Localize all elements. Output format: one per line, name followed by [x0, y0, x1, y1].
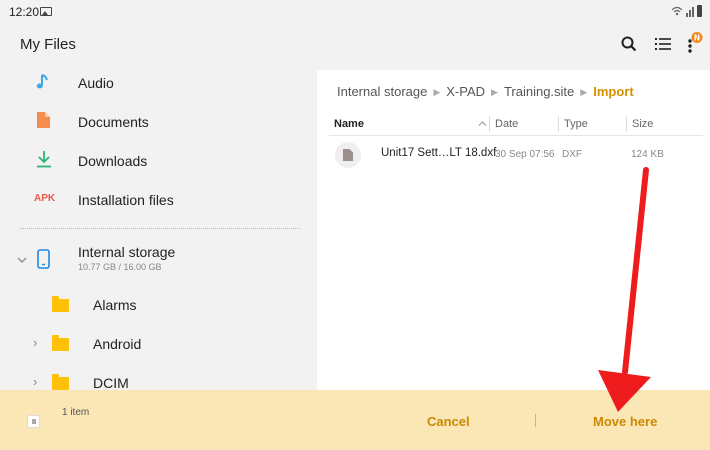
breadcrumb-separator-icon: ▶: [491, 87, 498, 97]
sidebar-item-installation-files[interactable]: APK Installation files: [0, 180, 317, 218]
search-icon[interactable]: [617, 32, 641, 56]
sidebar: Audio Documents Downloads APK Installati…: [0, 70, 317, 390]
sidebar-divider: [20, 228, 300, 229]
audio-note-icon: [36, 74, 48, 89]
breadcrumb-separator-icon: ▶: [433, 87, 441, 97]
file-icon: [335, 142, 361, 168]
signal-wifi-battery-icon: [671, 5, 702, 17]
column-separator: [558, 116, 559, 132]
status-time: 12:20: [9, 5, 40, 19]
notification-badge: N: [694, 33, 700, 42]
storage-label: Internal storage: [78, 244, 176, 260]
column-separator: [626, 116, 627, 132]
app-title: My Files: [20, 36, 76, 53]
button-divider: [535, 414, 536, 427]
breadcrumb-separator-icon: ▶: [580, 87, 588, 97]
sidebar-item-label: Installation files: [78, 192, 174, 208]
file-size: 124 KB: [631, 149, 664, 160]
folder-item-android[interactable]: › Android: [0, 324, 317, 362]
chevron-right-icon[interactable]: ›: [33, 335, 37, 350]
folder-icon: [52, 296, 69, 312]
sidebar-item-label: Downloads: [78, 153, 148, 169]
phone-storage-icon: [37, 249, 50, 269]
main-panel: Internal storage ▶ X-PAD ▶ Training.site ▶ Imp…: [317, 70, 710, 390]
bottom-action-bar: 1 item Cancel Move here: [0, 390, 710, 450]
column-header-name[interactable]: Name: [334, 118, 364, 130]
breadcrumb-item[interactable]: X-PAD: [446, 84, 485, 99]
app-bar: My Files N: [0, 24, 710, 70]
more-options-icon[interactable]: N: [682, 32, 708, 56]
column-header-type[interactable]: Type: [564, 118, 588, 130]
breadcrumb-current: Import: [593, 84, 634, 99]
status-bar: 12:20: [0, 0, 710, 24]
list-view-icon[interactable]: [651, 32, 675, 56]
folder-item-alarms[interactable]: Alarms: [0, 285, 317, 323]
breadcrumb: Internal storage ▶ X-PAD ▶ Training.site ▶ Imp…: [337, 84, 634, 99]
column-header-size[interactable]: Size: [632, 118, 653, 130]
column-header-date[interactable]: Date: [495, 118, 518, 130]
chevron-right-icon[interactable]: ›: [33, 374, 37, 389]
sidebar-item-internal-storage[interactable]: Internal storage 10.77 GB / 16.00 GB: [0, 240, 317, 284]
file-type: DXF: [562, 149, 582, 160]
sidebar-item-downloads[interactable]: Downloads: [0, 141, 317, 179]
breadcrumb-item[interactable]: Training.site: [504, 84, 574, 99]
sidebar-item-audio[interactable]: Audio: [0, 70, 317, 101]
document-icon: [37, 112, 50, 128]
folder-label: Alarms: [93, 297, 137, 313]
selected-item-count: 1 item: [62, 407, 90, 418]
move-here-button[interactable]: Move here: [593, 414, 657, 429]
image-notification-icon: [40, 7, 52, 16]
sidebar-item-label: Documents: [78, 114, 149, 130]
folder-item-dcim[interactable]: › DCIM: [0, 363, 317, 390]
download-icon: [37, 151, 51, 168]
file-date: 30 Sep 07:56: [495, 149, 555, 160]
folder-label: Android: [93, 336, 142, 352]
column-separator: [489, 116, 490, 132]
storage-usage: 10.77 GB / 16.00 GB: [78, 262, 162, 272]
sort-ascending-icon[interactable]: [478, 120, 487, 127]
file-row[interactable]: Unit17 Sett…LT 18.dxf 30 Sep 07:56 DXF 1…: [329, 140, 703, 172]
breadcrumb-item[interactable]: Internal storage: [337, 84, 427, 99]
file-name: Unit17 Sett…LT 18.dxf: [381, 147, 497, 159]
cancel-button[interactable]: Cancel: [427, 414, 470, 429]
sidebar-item-label: Audio: [78, 75, 114, 91]
apk-icon: APK: [34, 193, 56, 204]
folder-icon: [52, 335, 69, 351]
chevron-down-icon[interactable]: [16, 255, 28, 265]
header-divider: [329, 135, 703, 136]
sidebar-item-documents[interactable]: Documents: [0, 102, 317, 140]
folder-label: DCIM: [93, 375, 129, 390]
folder-icon: [52, 374, 69, 390]
selected-file-thumbnail: [27, 415, 40, 428]
